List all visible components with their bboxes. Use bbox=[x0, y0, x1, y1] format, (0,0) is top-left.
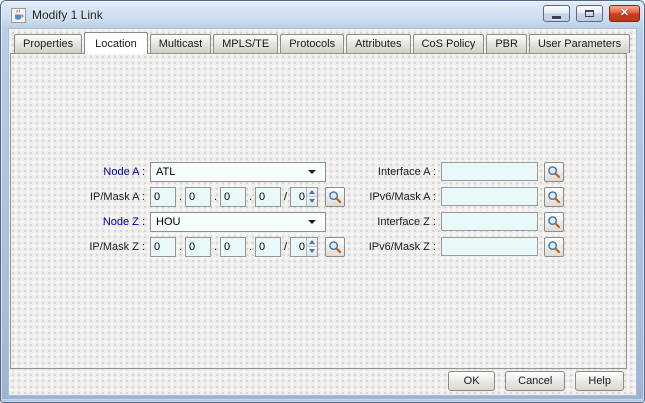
ip-a-search-button[interactable] bbox=[325, 186, 345, 207]
tab-protocols[interactable]: Protocols bbox=[280, 34, 345, 53]
tab-mpls-te[interactable]: MPLS/TE bbox=[213, 34, 279, 53]
ip-z-octet-3[interactable] bbox=[220, 236, 246, 257]
maximize-icon bbox=[585, 10, 594, 17]
slash-separator: / bbox=[283, 190, 288, 203]
spinner-down-button[interactable] bbox=[307, 247, 317, 256]
ip-a-octet-3[interactable] bbox=[220, 186, 246, 207]
ok-button[interactable]: OK bbox=[448, 371, 496, 391]
search-icon bbox=[548, 190, 561, 203]
window-title: Modify 1 Link bbox=[32, 8, 103, 22]
close-button[interactable]: ✕ bbox=[609, 5, 640, 22]
interface-a-search-button[interactable] bbox=[544, 161, 564, 182]
ipv6-mask-a-row: IPv6/Mask A : bbox=[357, 186, 564, 207]
ipv6-mask-a-label: IPv6/Mask A : bbox=[369, 190, 436, 203]
window-controls: ✕ bbox=[543, 5, 640, 22]
ipv6-mask-z-input[interactable] bbox=[441, 237, 538, 256]
help-button[interactable]: Help bbox=[575, 371, 624, 391]
close-icon: ✕ bbox=[619, 7, 630, 19]
node-a-label: Node A : bbox=[103, 165, 145, 178]
ip-a-octet-2[interactable] bbox=[185, 186, 211, 207]
node-z-row: Node Z : HOU bbox=[19, 211, 326, 232]
spinner-down-button[interactable] bbox=[307, 197, 317, 206]
ip-mask-z-label: IP/Mask Z : bbox=[89, 240, 145, 253]
spinner-buttons bbox=[306, 237, 317, 256]
node-a-row: Node A : ATL bbox=[19, 161, 326, 182]
ip-z-octet-2[interactable] bbox=[185, 236, 211, 257]
ip-z-mask-input[interactable] bbox=[291, 237, 306, 256]
search-icon bbox=[548, 215, 561, 228]
tab-location[interactable]: Location bbox=[84, 32, 148, 54]
java-coffee-cup-icon bbox=[11, 7, 26, 23]
dot-separator: . bbox=[213, 240, 218, 253]
minimize-icon bbox=[552, 15, 561, 19]
search-icon bbox=[329, 190, 342, 203]
ip-z-search-button[interactable] bbox=[325, 236, 345, 257]
dialog-body: Properties Location Multicast MPLS/TE Pr… bbox=[8, 28, 637, 396]
search-icon bbox=[548, 240, 561, 253]
interface-z-label: Interface Z : bbox=[377, 215, 436, 228]
triangle-down-icon bbox=[309, 249, 315, 254]
tab-multicast[interactable]: Multicast bbox=[149, 34, 212, 53]
ipv6-mask-z-search-button[interactable] bbox=[544, 236, 564, 257]
ipv6-mask-a-input[interactable] bbox=[441, 187, 538, 206]
node-z-dropdown[interactable]: HOU bbox=[150, 211, 326, 232]
spinner-up-button[interactable] bbox=[307, 187, 317, 197]
interface-a-input[interactable] bbox=[441, 162, 538, 181]
ip-z-octet-4[interactable] bbox=[255, 236, 281, 257]
ip-a-mask-spinner bbox=[290, 186, 318, 207]
interface-z-search-button[interactable] bbox=[544, 211, 564, 232]
dot-separator: . bbox=[213, 190, 218, 203]
location-tab-panel: Node A : ATL IP/Mask A : . . . / bbox=[10, 53, 627, 369]
tab-pbr[interactable]: PBR bbox=[486, 34, 527, 53]
slash-separator: / bbox=[283, 240, 288, 253]
tab-attributes[interactable]: Attributes bbox=[346, 34, 411, 53]
minimize-button[interactable] bbox=[543, 5, 570, 22]
chevron-down-icon bbox=[308, 219, 316, 224]
triangle-up-icon bbox=[309, 189, 315, 194]
ip-mask-z-row: IP/Mask Z : . . . / bbox=[19, 236, 345, 257]
modify-link-dialog: Modify 1 Link ✕ Properties Location Mult… bbox=[0, 0, 645, 403]
dialog-button-bar: OK Cancel Help bbox=[448, 371, 624, 391]
ip-a-octet-4[interactable] bbox=[255, 186, 281, 207]
spinner-buttons bbox=[306, 187, 317, 206]
tab-properties[interactable]: Properties bbox=[14, 34, 83, 53]
node-z-label: Node Z : bbox=[102, 215, 145, 228]
ip-a-octet-1[interactable] bbox=[150, 186, 176, 207]
interface-a-row: Interface A : bbox=[357, 161, 564, 182]
interface-z-input[interactable] bbox=[441, 212, 538, 231]
interface-a-label: Interface A : bbox=[377, 165, 436, 178]
tab-cos-policy[interactable]: CoS Policy bbox=[412, 34, 485, 53]
node-z-value: HOU bbox=[156, 215, 181, 228]
dot-separator: . bbox=[178, 190, 183, 203]
tab-user-parameters[interactable]: User Parameters bbox=[528, 34, 631, 53]
dot-separator: . bbox=[248, 190, 253, 203]
ip-z-mask-spinner bbox=[290, 236, 318, 257]
ip-z-octet-1[interactable] bbox=[150, 236, 176, 257]
spinner-up-button[interactable] bbox=[307, 237, 317, 247]
ip-mask-a-row: IP/Mask A : . . . / bbox=[19, 186, 345, 207]
triangle-up-icon bbox=[309, 239, 315, 244]
interface-z-row: Interface Z : bbox=[357, 211, 564, 232]
tab-bar: Properties Location Multicast MPLS/TE Pr… bbox=[14, 31, 632, 54]
ipv6-mask-z-label: IPv6/Mask Z : bbox=[368, 240, 436, 253]
ip-mask-a-label: IP/Mask A : bbox=[89, 190, 145, 203]
ipv6-mask-a-search-button[interactable] bbox=[544, 186, 564, 207]
cancel-button[interactable]: Cancel bbox=[505, 371, 566, 391]
chevron-down-icon bbox=[308, 169, 316, 174]
node-a-value: ATL bbox=[156, 165, 176, 178]
maximize-button[interactable] bbox=[576, 5, 603, 22]
titlebar[interactable]: Modify 1 Link ✕ bbox=[2, 2, 643, 28]
dot-separator: . bbox=[178, 240, 183, 253]
ip-a-mask-input[interactable] bbox=[291, 187, 306, 206]
search-icon bbox=[329, 240, 342, 253]
node-a-dropdown[interactable]: ATL bbox=[150, 161, 326, 182]
search-icon bbox=[548, 165, 561, 178]
triangle-down-icon bbox=[309, 199, 315, 204]
ipv6-mask-z-row: IPv6/Mask Z : bbox=[357, 236, 564, 257]
dot-separator: . bbox=[248, 240, 253, 253]
